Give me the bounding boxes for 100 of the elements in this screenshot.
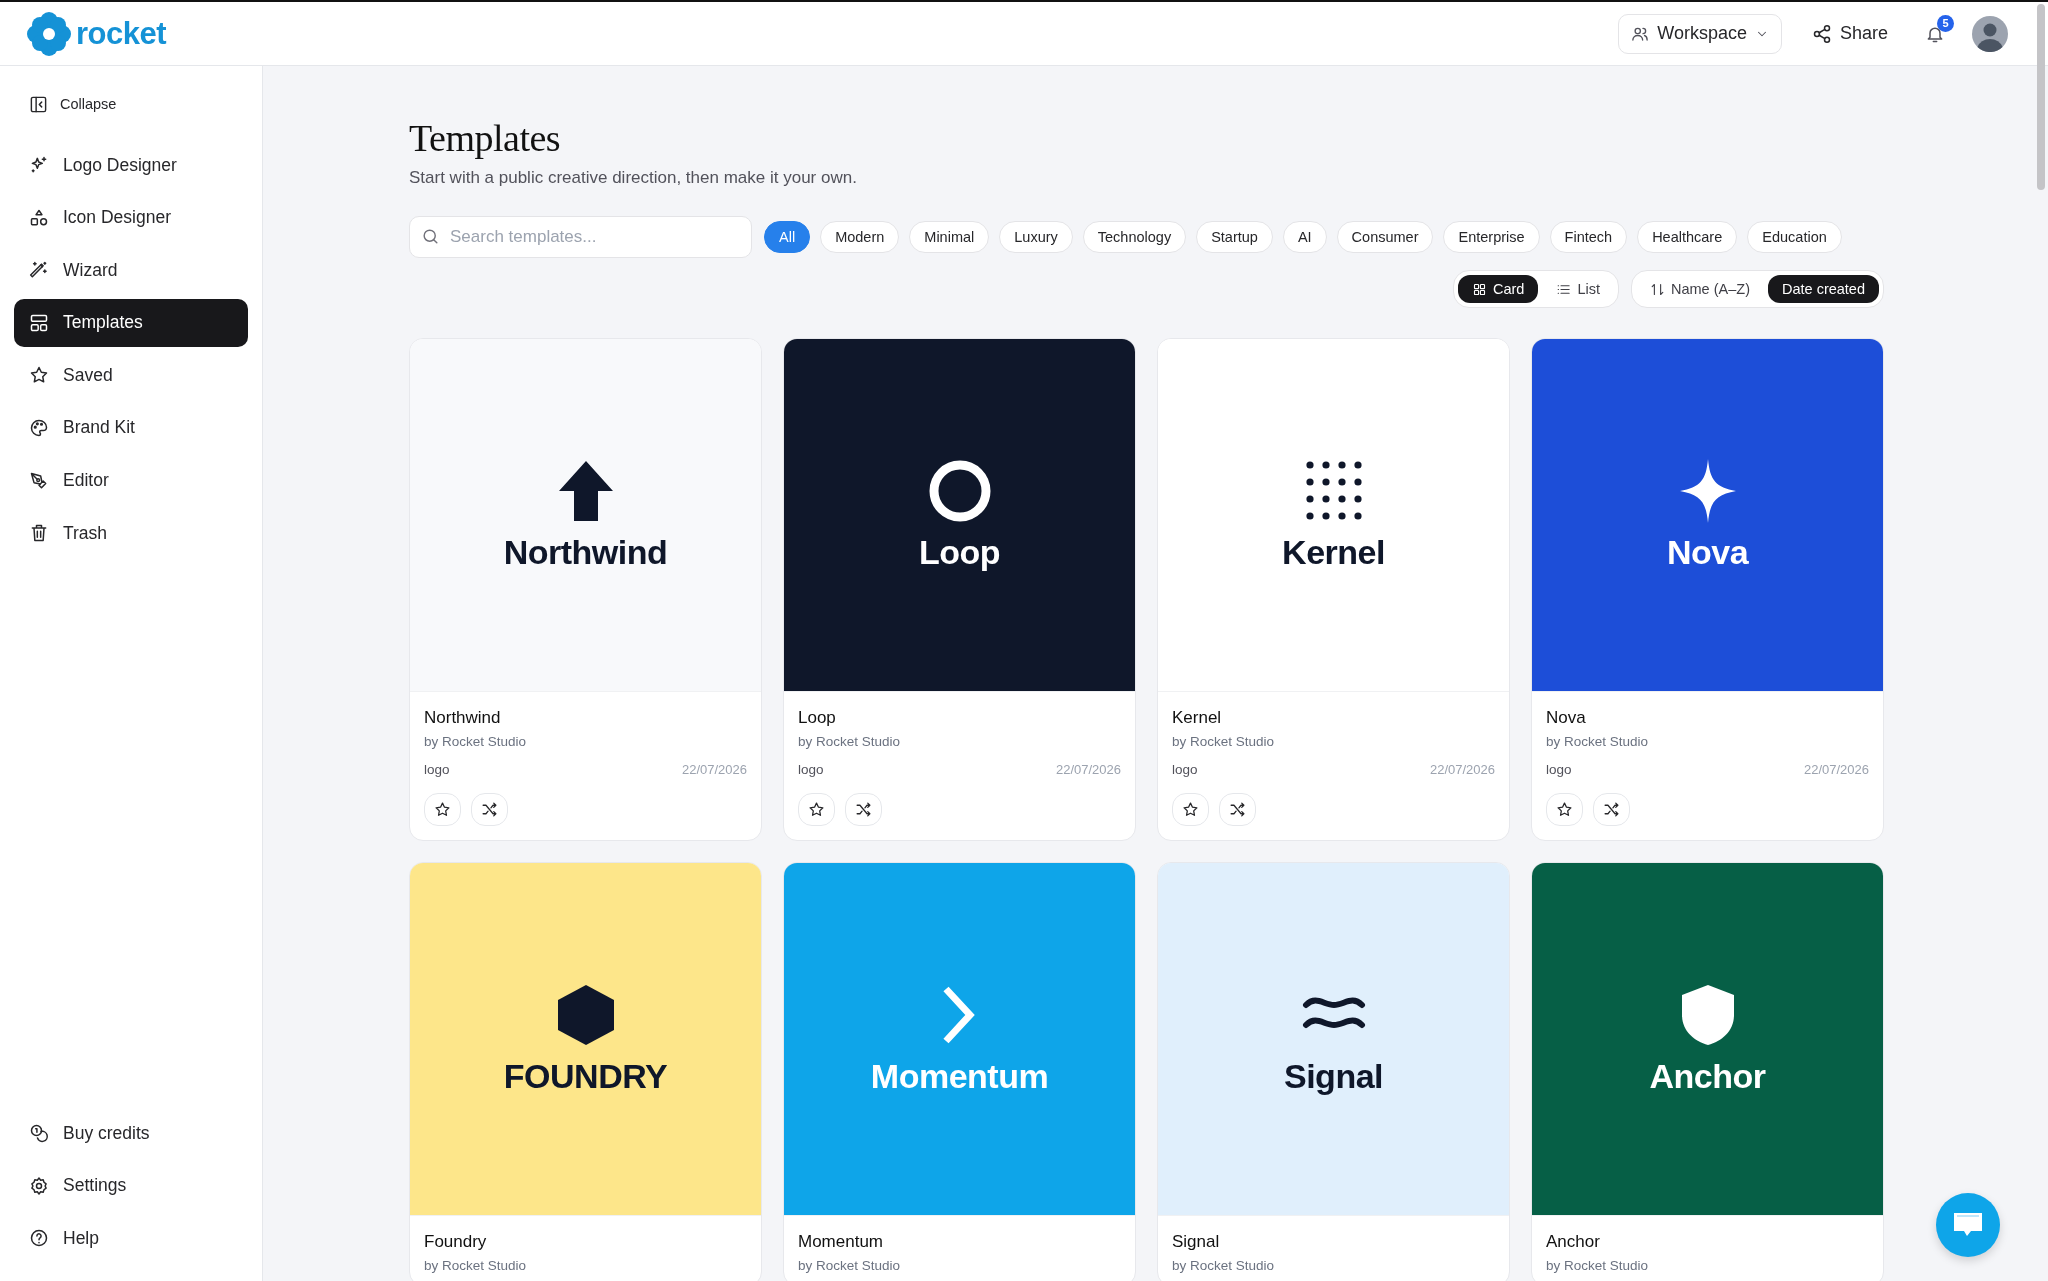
logo-preview[interactable]: FOUNDRY <box>410 863 761 1216</box>
brand-name: rocket <box>76 15 167 52</box>
logo-wordmark: Anchor <box>1649 1056 1766 1096</box>
filter-chip[interactable]: Enterprise <box>1443 221 1540 253</box>
filter-chip[interactable]: Fintech <box>1549 221 1628 253</box>
template-author: by Rocket Studio <box>798 1258 902 1273</box>
save-button[interactable] <box>798 793 835 826</box>
layout-icon <box>29 312 49 333</box>
view-option[interactable]: Card <box>1458 275 1539 303</box>
filter-chip[interactable]: AI <box>1282 221 1327 253</box>
filter-chip[interactable]: Startup <box>1196 221 1273 253</box>
template-name: Nova <box>1546 708 1587 728</box>
sidebar-item[interactable]: Editor <box>14 456 248 505</box>
save-button[interactable] <box>424 793 461 826</box>
sparkle-icon <box>29 155 49 175</box>
logo-preview[interactable]: Anchor <box>1532 863 1883 1216</box>
star-icon <box>1556 801 1573 818</box>
shuffle-icon <box>1229 801 1246 818</box>
palette-icon <box>29 417 49 438</box>
pen-icon <box>29 470 49 491</box>
ring-icon <box>927 458 992 523</box>
page-subtitle: Start with a public creative direction, then make it your own. <box>409 168 858 188</box>
template-name: Foundry <box>424 1232 488 1252</box>
sidebar-item[interactable]: Help <box>14 1214 248 1263</box>
page-title: Templates <box>409 116 562 160</box>
notification-count: 5 <box>1937 14 1954 32</box>
star-icon <box>1182 801 1199 818</box>
collapse-button[interactable]: Collapse <box>14 89 248 119</box>
logo-wordmark: Nova <box>1666 532 1749 572</box>
save-button[interactable] <box>1546 793 1583 826</box>
filter-chip[interactable]: Modern <box>820 221 900 253</box>
flower-logo-icon <box>26 10 72 57</box>
filter-chip[interactable]: Minimal <box>909 221 990 253</box>
shuffle-button[interactable] <box>1593 793 1630 826</box>
template-author: by Rocket Studio <box>1546 1258 1650 1273</box>
filter-chip[interactable]: Technology <box>1082 221 1187 253</box>
template-name: Anchor <box>1546 1232 1601 1252</box>
template-type: logo <box>798 762 824 777</box>
logo-wordmark: Momentum <box>870 1056 1049 1096</box>
notifications-button[interactable]: 5 <box>1916 14 1954 53</box>
template-date: 22/07/2026 <box>1055 762 1121 777</box>
logo-preview[interactable]: Loop <box>784 339 1135 692</box>
filter-chip[interactable]: All <box>764 221 811 253</box>
sidebar-item[interactable]: Saved <box>14 351 248 400</box>
logo-wordmark: Northwind <box>503 532 668 572</box>
logo-preview[interactable]: Signal <box>1158 863 1509 1216</box>
sort-option[interactable]: Date created <box>1767 275 1879 303</box>
template-type: logo <box>1172 762 1198 777</box>
template-author: by Rocket Studio <box>1172 734 1276 749</box>
template-author: by Rocket Studio <box>424 1258 528 1273</box>
sidebar-item[interactable]: Buy credits <box>14 1109 248 1158</box>
sidebar-item[interactable]: Wizard <box>14 246 248 295</box>
shapes-icon <box>29 207 49 228</box>
template-author: by Rocket Studio <box>1546 734 1650 749</box>
grid-icon <box>1472 281 1487 297</box>
sidebar-item[interactable]: Trash <box>14 509 248 558</box>
search-field[interactable]: Search templates... <box>409 216 752 258</box>
shuffle-button[interactable] <box>1219 793 1256 826</box>
logo-preview[interactable]: Northwind <box>410 339 761 692</box>
logo-wordmark: FOUNDRY <box>503 1056 668 1096</box>
filter-chip[interactable]: Healthcare <box>1637 221 1738 253</box>
filter-chip[interactable]: Luxury <box>999 221 1073 253</box>
sidebar-item[interactable]: Templates <box>14 298 248 347</box>
workspace-button[interactable]: Workspace <box>1618 13 1782 54</box>
sidebar-item[interactable]: Settings <box>14 1161 248 1210</box>
template-author: by Rocket Studio <box>1172 1258 1276 1273</box>
sidebar-item[interactable]: Logo Designer <box>14 141 248 189</box>
shuffle-icon <box>481 801 498 818</box>
logo-wordmark: Kernel <box>1282 532 1385 572</box>
panel-icon <box>29 94 48 114</box>
filter-chip[interactable]: Consumer <box>1336 221 1434 253</box>
sidebar-item[interactable]: Brand Kit <box>14 403 248 452</box>
settings-icon <box>29 1175 49 1196</box>
template-date: 22/07/2026 <box>1429 762 1495 777</box>
sort-icon <box>1650 281 1665 297</box>
shuffle-button[interactable] <box>845 793 882 826</box>
template-date: 22/07/2026 <box>681 762 747 777</box>
share-button[interactable]: Share <box>1805 22 1894 45</box>
filter-chip[interactable]: Education <box>1747 221 1842 253</box>
shuffle-button[interactable] <box>471 793 508 826</box>
share-icon <box>1811 23 1832 44</box>
template-name: Kernel <box>1172 708 1223 728</box>
logo-preview[interactable]: Nova <box>1532 339 1883 692</box>
view-option[interactable]: List <box>1542 275 1614 303</box>
sidebar-item[interactable]: Icon Designer <box>14 193 248 242</box>
logo-preview[interactable]: Kernel <box>1158 339 1509 692</box>
star-icon <box>434 801 451 818</box>
save-button[interactable] <box>1172 793 1209 826</box>
coins-icon <box>29 1123 49 1144</box>
search-icon <box>421 227 440 246</box>
template-name: Loop <box>798 708 837 728</box>
star-icon <box>808 801 825 818</box>
help-icon <box>29 1228 49 1249</box>
sort-option[interactable]: Name (A–Z) <box>1636 275 1764 303</box>
shuffle-icon <box>1603 801 1620 818</box>
template-author: by Rocket Studio <box>424 734 528 749</box>
template-type: logo <box>424 762 450 777</box>
scrollbar[interactable] <box>2037 4 2045 190</box>
avatar[interactable] <box>1972 15 2008 52</box>
star-icon <box>29 365 49 386</box>
